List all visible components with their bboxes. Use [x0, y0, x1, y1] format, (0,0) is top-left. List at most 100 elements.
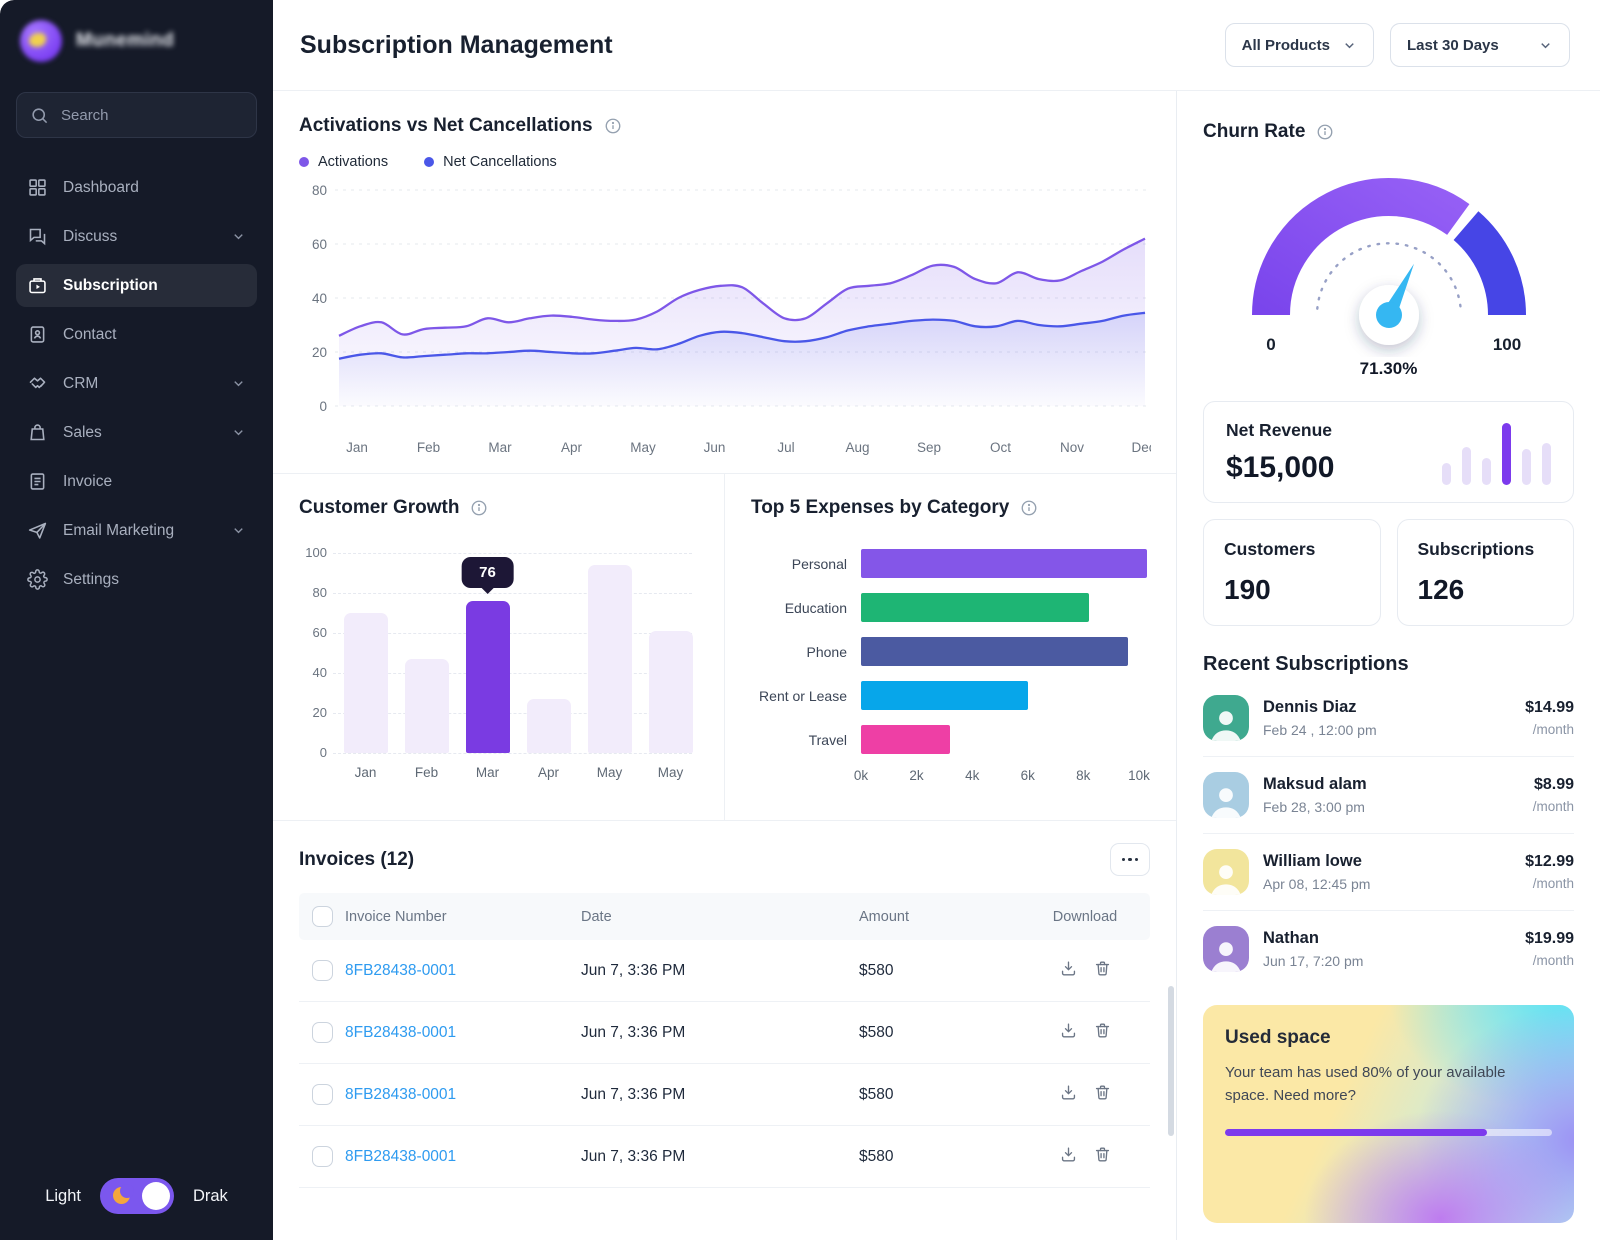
trash-icon[interactable] — [1093, 1083, 1112, 1107]
x-tick: Oct — [990, 440, 1011, 455]
select-all-checkbox[interactable] — [312, 906, 333, 927]
subscriber-name: Maksud alam — [1263, 775, 1519, 794]
growth-bar[interactable] — [527, 699, 571, 753]
expense-row: Education — [751, 593, 1150, 622]
sidebar-item-invoice[interactable]: Invoice — [16, 460, 257, 503]
invoice-amount: $580 — [819, 962, 1019, 980]
info-icon[interactable] — [604, 117, 622, 135]
product-filter-dropdown[interactable]: All Products — [1225, 23, 1374, 67]
sidebar-item-contact[interactable]: Contact — [16, 313, 257, 356]
churn-gauge: 0 100 — [1224, 157, 1554, 357]
info-icon[interactable] — [1316, 123, 1334, 141]
date-filter-dropdown[interactable]: Last 30 Days — [1390, 23, 1570, 67]
gauge-max-label: 100 — [1492, 335, 1520, 354]
trash-icon[interactable] — [1093, 959, 1112, 983]
gauge-arc-filled — [1271, 197, 1458, 315]
y-tick: 60 — [312, 237, 327, 252]
sidebar-item-sales[interactable]: Sales — [16, 411, 257, 454]
invoice-number-link[interactable]: 8FB28438-0001 — [345, 1148, 581, 1166]
sidebar-item-crm[interactable]: CRM — [16, 362, 257, 405]
recent-subscriptions-title: Recent Subscriptions — [1203, 653, 1574, 676]
theme-toggle[interactable] — [100, 1178, 174, 1214]
info-icon[interactable] — [1020, 499, 1038, 517]
trash-icon[interactable] — [1093, 1145, 1112, 1169]
net-revenue-value: $15,000 — [1226, 451, 1334, 485]
more-options-button[interactable] — [1110, 843, 1150, 876]
chart-title: Activations vs Net Cancellations — [299, 115, 593, 137]
search-box[interactable] — [16, 92, 257, 138]
legend-label: Activations — [318, 154, 388, 170]
toggle-knob[interactable] — [142, 1182, 170, 1210]
receipt-icon — [27, 471, 48, 492]
sidebar-item-discuss[interactable]: Discuss — [16, 215, 257, 258]
trash-icon[interactable] — [1093, 1021, 1112, 1045]
subscriptions-card: Subscriptions 126 — [1397, 519, 1575, 626]
gauge-arc-rest — [1466, 226, 1507, 315]
sidebar-item-email-marketing[interactable]: Email Marketing — [16, 509, 257, 552]
x-tick: Mar — [488, 440, 512, 455]
sidebar-item-label: Subscription — [63, 277, 158, 295]
row-checkbox[interactable] — [312, 1146, 333, 1167]
x-tick: Apr — [561, 440, 583, 455]
invoices-table-header: Invoice Number Date Amount Download — [299, 893, 1150, 940]
chevron-down-icon — [231, 425, 246, 440]
info-icon[interactable] — [470, 499, 488, 517]
x-tick: May — [640, 765, 701, 780]
net-revenue-card: Net Revenue $15,000 — [1203, 401, 1574, 503]
sidebar-item-label: Dashboard — [63, 179, 139, 197]
invoice-amount: $580 — [819, 1086, 1019, 1104]
sidebar-item-label: Discuss — [63, 228, 117, 246]
x-tick: May — [630, 440, 656, 455]
row-checkbox[interactable] — [312, 960, 333, 981]
search-input[interactable] — [59, 106, 243, 125]
x-tick: Feb — [417, 440, 440, 455]
column-header: Amount — [819, 909, 1019, 925]
sidebar-item-settings[interactable]: Settings — [16, 558, 257, 601]
download-icon[interactable] — [1059, 1145, 1078, 1169]
expense-bar — [861, 725, 950, 754]
mini-bar — [1462, 447, 1471, 485]
invoice-number-link[interactable]: 8FB28438-0001 — [345, 1086, 581, 1104]
theme-dark-label: Drak — [193, 1187, 228, 1206]
download-icon[interactable] — [1059, 1021, 1078, 1045]
date-filter-value: Last 30 Days — [1407, 37, 1499, 54]
download-icon[interactable] — [1059, 1083, 1078, 1107]
sidebar-item-subscription[interactable]: Subscription — [16, 264, 257, 307]
subscriber-datetime: Jun 17, 7:20 pm — [1263, 953, 1511, 969]
chart-legend: Activations Net Cancellations — [299, 154, 1150, 170]
mini-bar — [1542, 443, 1551, 485]
gauge-min-label: 0 — [1266, 335, 1275, 354]
growth-bar[interactable] — [466, 601, 510, 753]
invoice-number-link[interactable]: 8FB28438-0001 — [345, 962, 581, 980]
chevron-down-icon — [1538, 38, 1553, 53]
handshake-icon — [27, 373, 48, 394]
y-tick: 40 — [299, 665, 327, 680]
growth-bar[interactable] — [344, 613, 388, 753]
used-space-progress — [1225, 1129, 1552, 1136]
send-icon — [27, 520, 48, 541]
table-scrollbar[interactable] — [1168, 986, 1174, 1136]
invoices-table: Invoice Number Date Amount Download 8FB2… — [299, 893, 1150, 1188]
table-row: 8FB28438-0001 Jun 7, 3:36 PM $580 — [299, 1064, 1150, 1126]
row-checkbox[interactable] — [312, 1022, 333, 1043]
row-checkbox[interactable] — [312, 1084, 333, 1105]
table-row: 8FB28438-0001 Jun 7, 3:36 PM $580 — [299, 1002, 1150, 1064]
dashboard-icon — [27, 177, 48, 198]
invoice-number-link[interactable]: 8FB28438-0001 — [345, 1024, 581, 1042]
activations-section: Activations vs Net Cancellations Activat… — [273, 91, 1176, 473]
x-tick: May — [579, 765, 640, 780]
x-tick: 0k — [854, 768, 868, 783]
subscriptions-value: 126 — [1418, 574, 1554, 606]
download-icon[interactable] — [1059, 959, 1078, 983]
subscriptions-label: Subscriptions — [1418, 539, 1554, 560]
growth-bar[interactable] — [405, 659, 449, 753]
growth-bar[interactable] — [588, 565, 632, 753]
chevron-down-icon — [231, 376, 246, 391]
growth-bar[interactable] — [649, 631, 693, 753]
header-filters: All Products Last 30 Days — [1225, 23, 1570, 67]
sidebar-item-dashboard[interactable]: Dashboard — [16, 166, 257, 209]
chevron-down-icon — [1342, 38, 1357, 53]
column-header: Invoice Number — [345, 909, 581, 925]
net-revenue-mini-chart — [1442, 419, 1551, 485]
expense-bar — [861, 593, 1089, 622]
